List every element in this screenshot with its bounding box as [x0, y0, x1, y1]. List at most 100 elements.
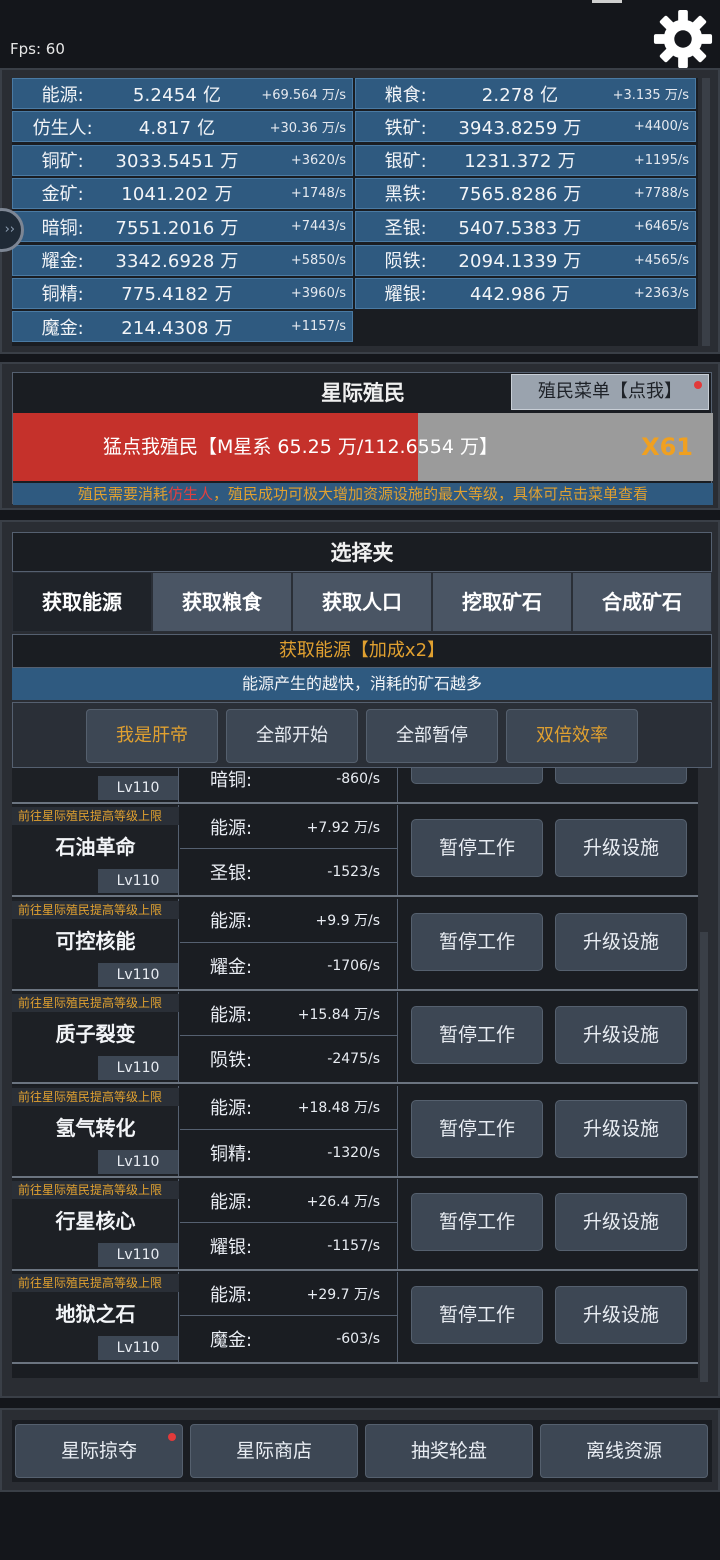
output-rate: +9.9 万/s	[315, 913, 380, 930]
facility-name: 石油革命	[55, 835, 136, 860]
facility-info: 前往星际殖民提高等级上限 地狱之石 Lv110	[12, 1272, 179, 1363]
gear-icon[interactable]	[652, 8, 714, 70]
upgrade-facility-button[interactable]: 升级设施	[555, 1286, 687, 1345]
resource-rate: +30.36 万/s	[269, 121, 346, 137]
double-efficiency-button[interactable]: 双倍效率	[506, 709, 638, 763]
resource-rate: +5850/s	[290, 252, 346, 268]
resource-value: 5407.5383 万	[458, 217, 582, 239]
goto-colony-link[interactable]: 前往星际殖民提高等级上限	[12, 1181, 179, 1199]
goto-colony-link[interactable]: 前往星际殖民提高等级上限	[12, 900, 179, 919]
resource-value: 1231.372 万	[464, 151, 576, 173]
facility-list[interactable]: 前往星际殖民提高等级上限水能大坝Lv110能源:暗铜:-860/s暂停工作升级设…	[12, 768, 698, 1378]
goto-colony-link[interactable]: 前往星际殖民提高等级上限	[12, 1087, 179, 1106]
upgrade-facility-button[interactable]: 升级设施	[555, 1193, 687, 1251]
resource-value: 4.817 亿	[138, 117, 216, 139]
resource-rate: +69.564 万/s	[261, 88, 346, 103]
facility-io: 能源: +9.9 万/s 耀金: -1706/s	[180, 898, 398, 989]
offline-resources-button[interactable]: 离线资源	[540, 1424, 708, 1478]
facility-row: 前往星际殖民提高等级上限 质子裂变 Lv110 能源: +15.84 万/s 陨铁: -24…	[12, 992, 698, 1085]
pause-work-button[interactable]: 暂停工作	[411, 1006, 543, 1065]
goto-colony-link[interactable]: 前往星际殖民提高等级上限	[12, 1274, 179, 1293]
resource-name: 圣银:	[384, 217, 427, 239]
facility-row: 前往星际殖民提高等级上限 可控核能 Lv110 能源: +9.9 万/s 耀金: -1706…	[12, 898, 698, 991]
facility-info: 前往星际殖民提高等级上限 石油革命 Lv110	[12, 805, 179, 896]
nav-label: 星际掠夺	[60, 1440, 137, 1462]
goto-colony-link[interactable]: 前往星际殖民提高等级上限	[12, 994, 179, 1013]
resource-rate: +1195/s	[633, 152, 689, 168]
output-resource: 能源:	[210, 817, 253, 839]
resource-name: 铁矿:	[384, 117, 427, 139]
resource-cell: 铁矿: 3943.8259 万 +4400/s	[355, 111, 696, 143]
facility-name: 质子裂变	[55, 1022, 136, 1047]
pause-all-button[interactable]: 全部暂停	[366, 709, 498, 763]
facility-io: 能源: +29.7 万/s 魔金: -603/s	[180, 1272, 398, 1363]
resource-rate: +3.135 万/s	[612, 88, 689, 103]
tab-get-energy[interactable]: 获取能源	[12, 572, 152, 632]
upgrade-facility-button[interactable]: 升级设施	[555, 819, 687, 878]
interstellar-shop-button[interactable]: 星际商店	[190, 1424, 358, 1478]
bottom-nav: 星际掠夺 星际商店 抽奖轮盘 离线资源	[0, 1408, 720, 1492]
facility-level: Lv110	[98, 776, 178, 800]
output-resource: 能源:	[210, 1191, 253, 1213]
input-rate: -1706/s	[327, 957, 380, 974]
resource-value: 442.986 万	[470, 284, 570, 306]
pause-work-button[interactable]: 暂停工作	[411, 819, 543, 878]
pause-work-button[interactable]: 暂停工作	[411, 768, 543, 784]
resource-cell: 暗铜: 7551.2016 万 +7443/s	[12, 211, 353, 243]
input-resource: 铜精:	[210, 1143, 253, 1165]
resource-rate: +7788/s	[633, 185, 689, 201]
resource-cell: 仿生人: 4.817 亿 +30.36 万/s	[12, 111, 353, 143]
resources-scrollbar[interactable]	[702, 78, 710, 346]
grind-mode-button[interactable]: 我是肝帝	[86, 709, 218, 763]
pause-work-button[interactable]: 暂停工作	[411, 1193, 543, 1251]
tab-get-population[interactable]: 获取人口	[292, 572, 432, 632]
resource-name: 暗铜:	[41, 217, 84, 239]
upgrade-facility-button[interactable]: 升级设施	[555, 912, 687, 971]
resource-name: 黑铁:	[384, 184, 427, 206]
input-resource: 耀金:	[210, 956, 253, 978]
interstellar-raid-button[interactable]: 星际掠夺	[15, 1424, 183, 1478]
fps-counter: Fps: 60	[10, 40, 65, 58]
goto-colony-link[interactable]: 前往星际殖民提高等级上限	[12, 807, 179, 826]
tab-mine-ore[interactable]: 挖取矿石	[432, 572, 572, 632]
resource-value: 1041.202 万	[121, 184, 233, 206]
resource-cell: 黑铁: 7565.8286 万 +7788/s	[355, 177, 696, 209]
facility-info: 前往星际殖民提高等级上限 可控核能 Lv110	[12, 898, 179, 989]
colony-panel: 星际殖民 殖民菜单【点我】 猛点我殖民【M星系 65.25 万/112.6554…	[0, 362, 720, 510]
resources-panel: 能源: 5.2454 亿 +69.564 万/s 粮食: 2.278 亿 +3.135 万…	[0, 68, 720, 354]
resource-name: 银矿:	[384, 151, 427, 173]
tab-get-food[interactable]: 获取粮食	[152, 572, 292, 632]
upgrade-facility-button[interactable]: 升级设施	[555, 1099, 687, 1158]
pause-work-button[interactable]: 暂停工作	[411, 1286, 543, 1345]
start-all-button[interactable]: 全部开始	[226, 709, 358, 763]
resource-cell: 圣银: 5407.5383 万 +6465/s	[355, 211, 696, 243]
notification-dot-icon	[168, 1433, 176, 1441]
facility-row: 前往星际殖民提高等级上限 氢气转化 Lv110 能源: +18.48 万/s 铜精: -13…	[12, 1085, 698, 1178]
facility-name: 行星核心	[55, 1209, 136, 1233]
pause-work-button[interactable]: 暂停工作	[411, 912, 543, 971]
resource-cell: 耀银: 442.986 万 +2363/s	[355, 277, 696, 309]
lottery-wheel-button[interactable]: 抽奖轮盘	[365, 1424, 533, 1478]
colonize-multiplier: X61	[641, 433, 693, 461]
resource-cell: 能源: 5.2454 亿 +69.564 万/s	[12, 78, 353, 109]
facility-row: 前往星际殖民提高等级上限 石油革命 Lv110 能源: +7.92 万/s 圣银: -152…	[12, 805, 698, 898]
resource-value: 7565.8286 万	[458, 184, 582, 206]
resource-name: 仿生人:	[32, 117, 93, 139]
input-rate: -2475/s	[327, 1051, 380, 1068]
colonize-progress-button[interactable]: 猛点我殖民【M星系 65.25 万/112.6554 万】 X61	[13, 413, 713, 481]
bulk-actions: 我是肝帝 全部开始 全部暂停 双倍效率	[12, 702, 712, 768]
resource-cell: 陨铁: 2094.1339 万 +4565/s	[355, 244, 696, 276]
pause-work-button[interactable]: 暂停工作	[411, 1099, 543, 1158]
facility-list-scrollbar[interactable]	[700, 932, 708, 1382]
resource-value: 214.4308 万	[121, 317, 233, 339]
upgrade-facility-button[interactable]: 升级设施	[555, 1006, 687, 1065]
output-rate: +15.84 万/s	[297, 1006, 380, 1023]
output-rate: +26.4 万/s	[306, 1193, 380, 1210]
colony-menu-button[interactable]: 殖民菜单【点我】	[511, 374, 709, 410]
tab-synthesize-ore[interactable]: 合成矿石	[572, 572, 712, 632]
colony-note-highlight: 仿生人	[167, 485, 213, 503]
facility-io: 能源: +15.84 万/s 陨铁: -2475/s	[180, 992, 398, 1083]
upgrade-facility-button[interactable]: 升级设施	[555, 768, 687, 784]
output-rate: +18.48 万/s	[297, 1100, 380, 1117]
facility-level: Lv110	[98, 1336, 178, 1361]
